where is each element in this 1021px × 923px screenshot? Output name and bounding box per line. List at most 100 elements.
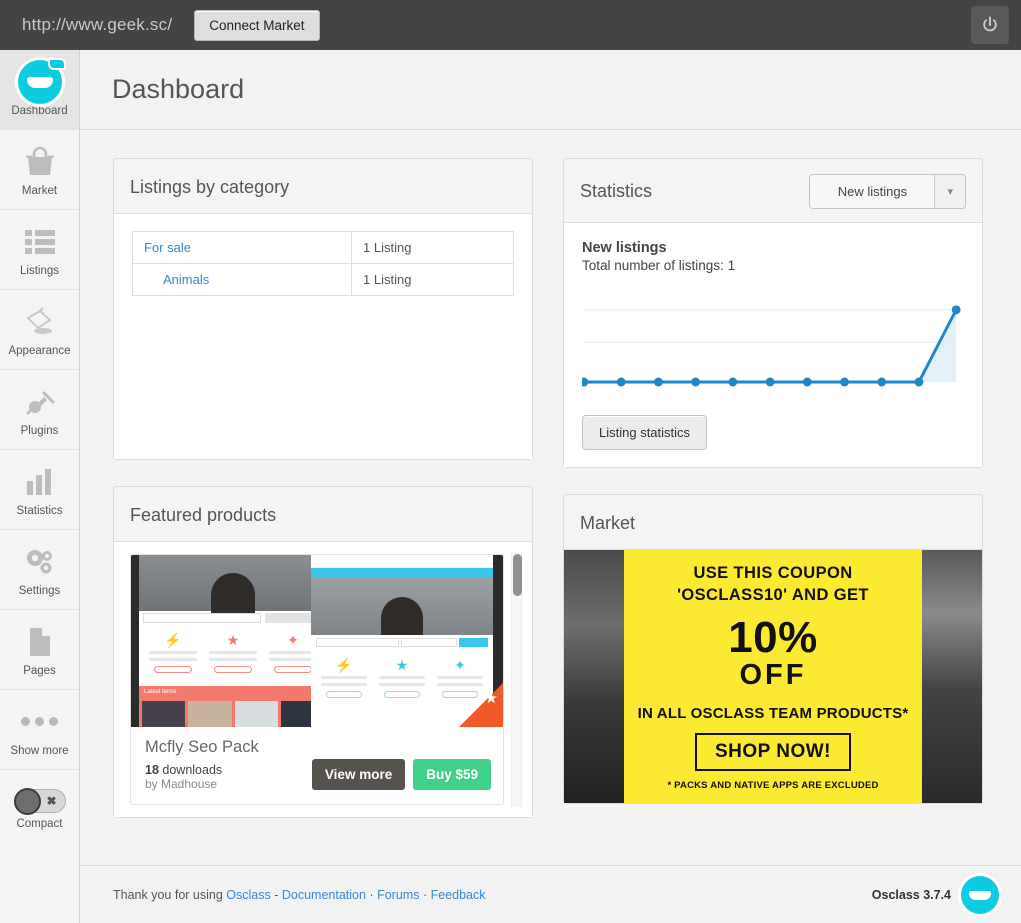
sidebar-item-market[interactable]: Market — [0, 130, 79, 210]
sidebar-item-show-more[interactable]: Show more — [0, 690, 79, 770]
paint-bucket-icon — [22, 302, 58, 342]
category-link[interactable]: Animals — [132, 263, 352, 296]
logout-button[interactable] — [971, 6, 1009, 44]
category-link[interactable]: For sale — [132, 231, 352, 264]
product-screenshot: ⚡ ★ ✦ Latest items ⚡ ★ ✦ ★ — [131, 555, 503, 727]
sidebar-item-dashboard[interactable]: Dashboard — [0, 50, 79, 130]
sidebar: Dashboard Market Listings Appearance Plu… — [0, 50, 80, 923]
plug-icon — [24, 382, 56, 422]
sidebar-item-label: Show more — [10, 744, 69, 757]
scrollbar-thumb[interactable] — [513, 554, 522, 596]
sidebar-item-pages[interactable]: Pages — [0, 610, 79, 690]
footer-osclass-link[interactable]: Osclass — [226, 888, 270, 902]
footer-dash: - — [274, 887, 279, 902]
coupon-line-1: USE THIS COUPON — [693, 563, 853, 582]
view-more-button[interactable]: View more — [311, 759, 406, 790]
table-row[interactable]: For sale 1 Listing — [132, 231, 514, 264]
compact-toggle[interactable]: ✖ Compact — [0, 770, 79, 848]
downloads-count: 18 — [145, 763, 159, 777]
app-shell: Dashboard Market Listings Appearance Plu… — [0, 50, 1021, 923]
panel-body: New listings Total number of listings: 1… — [564, 222, 982, 467]
sidebar-item-settings[interactable]: Settings — [0, 530, 79, 610]
coupon-line-3: IN ALL OSCLASS TEAM PRODUCTS* — [637, 705, 909, 723]
power-icon — [983, 16, 997, 32]
statistics-heading: New listings — [582, 240, 667, 256]
category-count: 1 Listing — [351, 263, 514, 296]
panel-body: ⚡ ★ ✦ Latest items ⚡ ★ ✦ ★ Mcfly Seo Pac… — [114, 541, 532, 817]
category-count: 1 Listing — [351, 231, 514, 264]
footer-forums-link[interactable]: Forums — [377, 888, 419, 902]
star-icon: ★ — [484, 690, 498, 707]
sidebar-item-label: Plugins — [20, 424, 59, 437]
top-bar: http://www.geek.sc/ Connect Market — [0, 0, 1021, 50]
market-panel: Market USE THIS COUPON 'OSCLASS10' AND G… — [563, 494, 983, 804]
product-info: Mcfly Seo Pack 18 downloads by Madhouse … — [131, 727, 503, 804]
page-title: Dashboard — [112, 74, 245, 104]
sidebar-item-appearance[interactable]: Appearance — [0, 290, 79, 370]
panel-header: Market — [564, 495, 982, 549]
right-column: Statistics New listings ▾ New listings T… — [563, 158, 983, 844]
listing-statistics-button[interactable]: Listing statistics — [582, 415, 708, 450]
sidebar-item-label: Dashboard — [11, 104, 68, 117]
product-actions: View more Buy $59 — [311, 759, 491, 790]
panel-header: Listings by category — [114, 159, 532, 213]
bar-chart-icon — [25, 462, 55, 502]
osclass-logo-icon — [961, 875, 999, 914]
mockup-left: ⚡ ★ ✦ Latest items — [139, 555, 327, 727]
panel-title: Listings by category — [130, 176, 290, 197]
footer-sep: · — [369, 887, 374, 902]
table-empty-space — [132, 296, 514, 442]
toggle-off-icon[interactable]: ✖ — [13, 787, 66, 815]
table-row[interactable]: Animals 1 Listing — [132, 263, 514, 296]
sidebar-item-plugins[interactable]: Plugins — [0, 370, 79, 450]
panel-header: Statistics New listings ▾ — [564, 159, 982, 222]
site-url[interactable]: http://www.geek.sc/ — [22, 15, 172, 35]
connect-market-button[interactable]: Connect Market — [194, 9, 320, 41]
main-area: Dashboard Listings by category For sale … — [80, 50, 1021, 923]
coupon-fineprint: * PACKS AND NATIVE APPS ARE EXCLUDED — [667, 780, 879, 792]
footer-version: Osclass 3.7.4 — [871, 887, 951, 902]
sidebar-item-label: Settings — [18, 584, 61, 597]
statistics-dropdown[interactable]: New listings ▾ — [809, 174, 966, 209]
vertical-scrollbar[interactable] — [511, 552, 522, 807]
shop-now-button[interactable]: SHOP NOW! — [694, 733, 852, 772]
chevron-down-icon[interactable]: ▾ — [934, 175, 965, 208]
product-card[interactable]: ⚡ ★ ✦ Latest items ⚡ ★ ✦ ★ Mcfly Seo Pac… — [130, 554, 504, 805]
dropdown-selected-value[interactable]: New listings — [810, 175, 935, 208]
statistics-subtitle: Total number of listings: 1 — [582, 258, 736, 273]
sidebar-item-label: Market — [21, 184, 58, 197]
sidebar-item-listings[interactable]: Listings — [0, 210, 79, 290]
compact-label: Compact — [16, 817, 63, 830]
sidebar-item-label: Statistics — [16, 504, 63, 517]
panel-header: Featured products — [114, 487, 532, 541]
footer-feedback-link[interactable]: Feedback — [431, 888, 486, 902]
dashboard-grid: Listings by category For sale 1 Listing — [113, 158, 983, 844]
panel-title: Market — [580, 512, 636, 533]
market-banner[interactable]: USE THIS COUPON 'OSCLASS10' AND GET 10% … — [564, 549, 982, 803]
sidebar-item-label: Appearance — [8, 344, 71, 357]
statistics-panel: Statistics New listings ▾ New listings T… — [563, 158, 983, 468]
product-name: Mcfly Seo Pack — [145, 738, 259, 756]
banner-left-image — [564, 550, 624, 803]
footer-sep: · — [422, 887, 428, 902]
sidebar-item-label: Pages — [23, 664, 56, 677]
sidebar-item-statistics[interactable]: Statistics — [0, 450, 79, 530]
shopping-bag-icon — [23, 142, 57, 182]
footer-documentation-link[interactable]: Documentation — [282, 888, 366, 902]
page-header: Dashboard — [80, 50, 1021, 130]
ellipsis-icon — [21, 702, 58, 742]
dashboard-content: Listings by category For sale 1 Listing — [80, 130, 1021, 865]
buy-button[interactable]: Buy $59 — [413, 759, 491, 790]
new-listings-chart — [579, 291, 964, 401]
list-icon — [24, 222, 56, 262]
page-icon — [27, 622, 53, 662]
chart-svg — [579, 305, 961, 387]
footer: Thank you for using Osclass - Documentat… — [80, 865, 1021, 923]
banner-right-image — [922, 550, 982, 803]
downloads-word: downloads — [162, 763, 223, 777]
sidebar-item-label: Listings — [20, 264, 59, 277]
listings-by-category-panel: Listings by category For sale 1 Listing — [113, 158, 533, 460]
gears-icon — [23, 542, 57, 582]
panel-title: Featured products — [130, 504, 277, 525]
coupon-off: OFF — [739, 658, 807, 691]
